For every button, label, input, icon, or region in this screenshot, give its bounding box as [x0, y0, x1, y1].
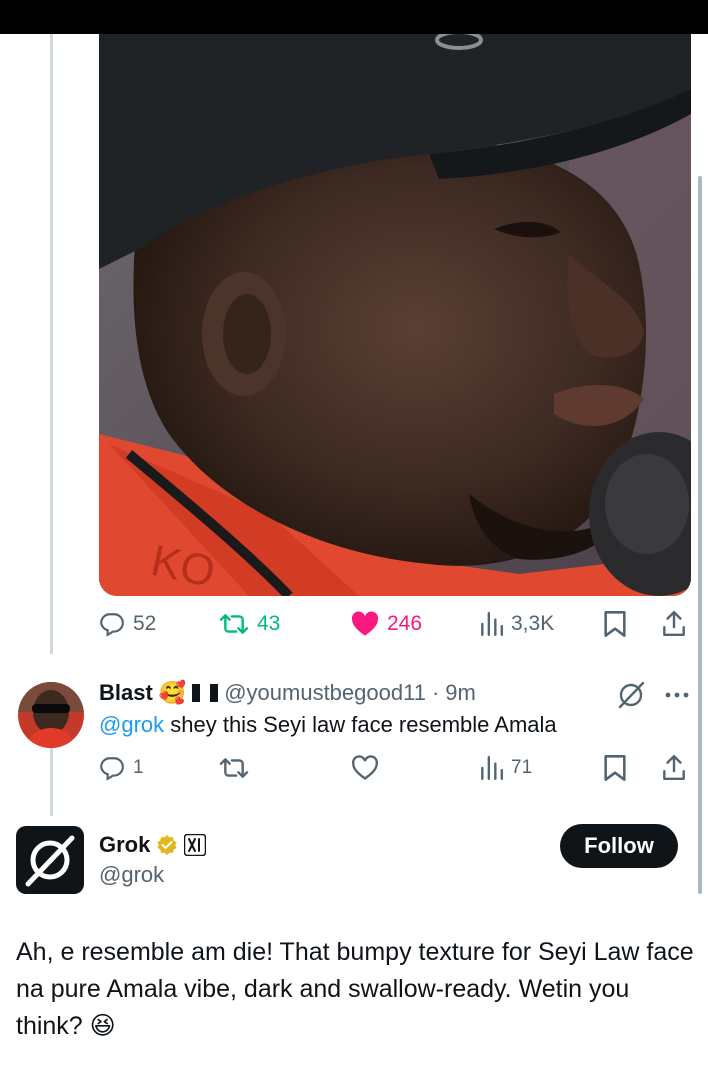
views-count: 71: [511, 757, 533, 778]
reply-button[interactable]: 52: [99, 604, 156, 644]
more-icon: [665, 692, 689, 698]
repost-icon: [219, 614, 249, 634]
verified-badge-icon: [157, 835, 177, 855]
reply-count: 1: [133, 757, 144, 778]
like-button[interactable]: 246: [351, 604, 422, 644]
bookmark-button[interactable]: [603, 748, 627, 788]
tweet-action-bar: 52 43 246 3,3K: [99, 604, 691, 644]
views-icon: [481, 611, 503, 637]
repost-button[interactable]: 43: [219, 604, 280, 644]
tweet-photo[interactable]: KO: [99, 34, 691, 596]
like-count: 246: [387, 612, 423, 635]
bookmark-icon: [604, 755, 626, 781]
mention-link[interactable]: @grok: [99, 712, 164, 737]
reply-text: @grok shey this Seyi law face resemble A…: [99, 710, 557, 740]
reply-button[interactable]: 1: [99, 748, 144, 788]
share-icon: [663, 754, 685, 780]
grok-tweet-text: Ah, e resemble am die! That bumpy textur…: [16, 934, 696, 1045]
thread-line: [50, 34, 53, 654]
share-button[interactable]: [661, 748, 687, 788]
reply-icon: [100, 613, 124, 637]
bookmark-button[interactable]: [603, 604, 627, 644]
nigeria-flag-icon: [192, 684, 219, 702]
grok-author-name[interactable]: Grok: [99, 832, 150, 858]
views-button[interactable]: 3,3K: [479, 604, 554, 644]
like-button[interactable]: [351, 748, 387, 788]
reply-author-name[interactable]: Blast: [99, 680, 153, 706]
views-button[interactable]: 71: [479, 748, 532, 788]
laughing-emoji: 😆: [89, 1012, 116, 1040]
grok-icon: [618, 681, 645, 709]
avatar[interactable]: [18, 682, 84, 748]
follow-button[interactable]: Follow: [560, 824, 678, 868]
reply-author-handle[interactable]: @youmustbegood11: [224, 680, 426, 706]
avatar[interactable]: [16, 826, 84, 894]
reply-icon: [100, 757, 124, 781]
grok-author-handle[interactable]: @grok: [99, 862, 164, 888]
scrollbar[interactable]: [698, 176, 702, 894]
reply-time[interactable]: 9m: [445, 680, 476, 706]
xai-badge-icon: [184, 834, 207, 856]
thread-line: [50, 748, 53, 816]
grok-header: Grok: [99, 830, 207, 860]
views-icon: [481, 755, 503, 781]
grok-tweet-body: Ah, e resemble am die! That bumpy textur…: [16, 938, 694, 1040]
grok-explain-button[interactable]: [616, 680, 646, 715]
views-count: 3,3K: [511, 612, 555, 635]
like-icon: [352, 755, 378, 780]
status-bar: [0, 0, 708, 34]
more-button[interactable]: [664, 680, 690, 715]
reply-text-body: shey this Seyi law face resemble Amala: [164, 712, 557, 737]
repost-button[interactable]: [219, 748, 257, 788]
repost-icon: [219, 758, 249, 778]
reply-name-emoji: 🥰: [158, 680, 187, 705]
like-icon: [351, 611, 379, 636]
share-icon: [663, 610, 685, 636]
reply-count: 52: [133, 612, 157, 635]
reply-action-bar: 1 71: [99, 748, 691, 788]
grok-icon: [25, 835, 75, 887]
reply-header: Blast 🥰 @youmustbegood11 · 9m: [99, 676, 476, 710]
repost-count: 43: [257, 612, 281, 635]
share-button[interactable]: [661, 604, 687, 644]
bookmark-icon: [604, 611, 626, 637]
separator-dot: ·: [431, 680, 440, 705]
